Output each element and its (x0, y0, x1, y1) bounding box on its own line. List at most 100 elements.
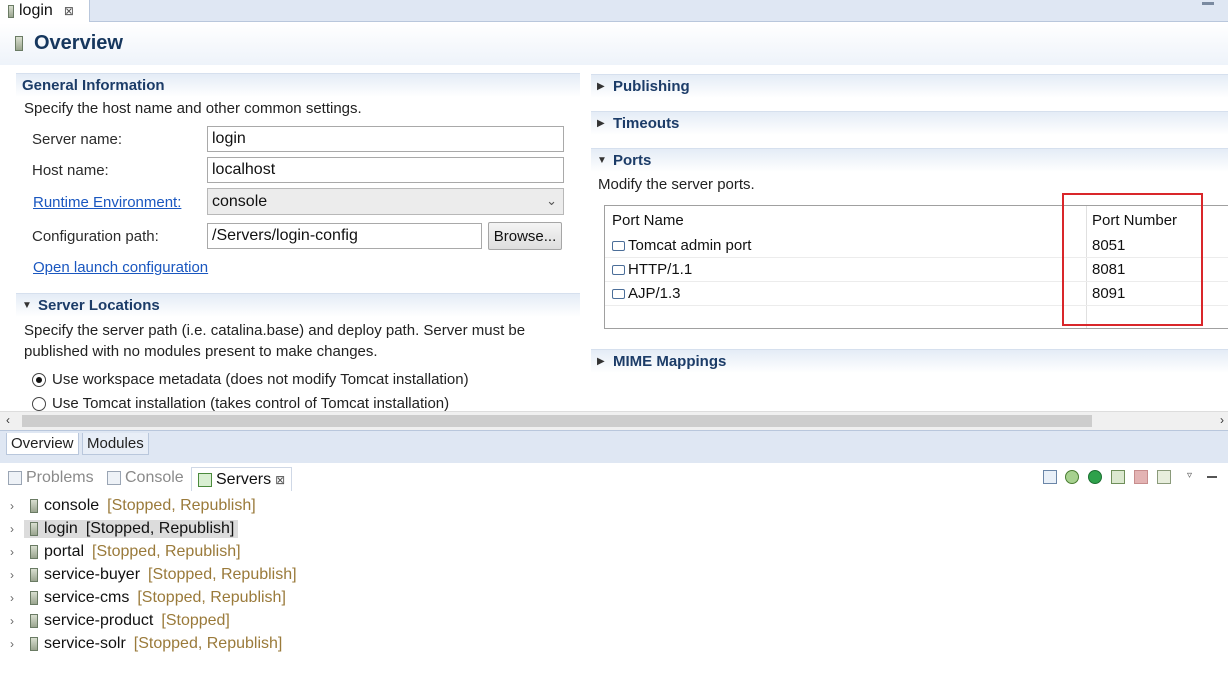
list-item[interactable]: › service-solr [Stopped, Republish] (10, 633, 282, 655)
locations-description-line1: Specify the server path (i.e. catalina.b… (24, 322, 526, 339)
server-icon (30, 545, 38, 559)
host-name-label: Host name: (32, 162, 109, 179)
runtime-environment-link[interactable]: Runtime Environment: (33, 194, 181, 211)
runtime-environment-value: console (212, 192, 268, 210)
tab-problems[interactable]: Problems (8, 469, 94, 487)
radio-workspace-metadata[interactable]: Use workspace metadata (does not modify … (32, 371, 469, 388)
server-name: service-buyer (44, 566, 141, 583)
scroll-left-icon[interactable]: ‹ (6, 413, 10, 427)
server-name-input[interactable] (207, 126, 564, 152)
tab-console[interactable]: Console (107, 469, 184, 487)
server-status: [Stopped, Republish] (133, 635, 283, 652)
list-item[interactable]: › service-buyer [Stopped, Republish] (10, 564, 297, 586)
horizontal-scrollbar[interactable]: ‹ › (0, 411, 1228, 430)
server-status: [Stopped] (161, 612, 230, 629)
table-row[interactable]: HTTP/1.1 (612, 261, 692, 278)
expand-triangle-icon: ▶ (597, 118, 605, 129)
expand-chevron-icon[interactable]: › (10, 545, 24, 559)
scrollbar-thumb[interactable] (22, 415, 1092, 427)
list-item[interactable]: › portal [Stopped, Republish] (10, 541, 241, 563)
expand-chevron-icon[interactable]: › (10, 591, 24, 605)
stop-server-icon[interactable] (1134, 470, 1148, 484)
close-icon[interactable]: ⊠ (275, 473, 285, 487)
server-locations-section-header[interactable]: ▼ Server Locations (16, 293, 580, 317)
server-status: [Stopped, Republish] (107, 497, 256, 514)
server-name-label: Server name: (32, 131, 123, 148)
port-name: HTTP/1.1 (628, 261, 693, 278)
list-item[interactable]: › login [Stopped, Republish] (10, 518, 239, 540)
server-icon (30, 522, 38, 536)
timeouts-section-header[interactable]: ▶ Timeouts (591, 111, 1228, 135)
list-item[interactable]: › service-cms [Stopped, Republish] (10, 587, 286, 609)
server-name: console (44, 497, 100, 514)
minimize-icon[interactable] (1207, 476, 1217, 478)
port-name: Tomcat admin port (628, 237, 752, 254)
configuration-path-input[interactable] (207, 223, 482, 249)
server-name: portal (44, 543, 85, 560)
table-row[interactable]: Tomcat admin port (612, 237, 751, 254)
tab-label: Servers (216, 470, 272, 488)
configuration-path-label: Configuration path: (32, 228, 159, 245)
expand-chevron-icon[interactable]: › (10, 568, 24, 582)
section-title: Server Locations (38, 297, 160, 314)
ports-description: Modify the server ports. (598, 176, 755, 193)
list-item[interactable]: › service-product [Stopped] (10, 610, 230, 632)
minimize-icon[interactable] (1202, 2, 1214, 5)
expand-triangle-icon: ▶ (597, 81, 605, 92)
server-icon (30, 614, 38, 628)
browse-button[interactable]: Browse... (488, 222, 562, 250)
scroll-right-icon[interactable]: › (1220, 413, 1224, 427)
port-number-highlight-box (1062, 193, 1203, 326)
server-status: [Stopped, Republish] (92, 543, 241, 560)
general-information-section-header: General Information (16, 73, 580, 97)
mime-mappings-section-header[interactable]: ▶ MIME Mappings (591, 349, 1228, 373)
list-item[interactable]: › console [Stopped, Republish] (10, 495, 256, 517)
host-name-input[interactable] (207, 157, 564, 183)
start-server-icon[interactable] (1088, 470, 1102, 484)
server-icon (8, 4, 14, 18)
radio-tomcat-installation[interactable]: Use Tomcat installation (takes control o… (32, 395, 449, 412)
close-icon[interactable]: ⊠ (64, 4, 74, 18)
tab-label: Problems (26, 469, 94, 486)
editor-tab-login[interactable]: login ⊠ (0, 0, 90, 22)
port-icon (612, 289, 625, 299)
expand-chevron-icon[interactable]: › (10, 637, 24, 651)
new-server-icon[interactable] (1043, 470, 1057, 484)
runtime-environment-select[interactable]: console ⌄ (207, 188, 564, 215)
radio-label: Use workspace metadata (does not modify … (52, 371, 469, 388)
expand-chevron-icon[interactable]: › (10, 499, 24, 513)
open-launch-configuration-link[interactable]: Open launch configuration (33, 259, 208, 276)
tab-modules[interactable]: Modules (82, 433, 149, 455)
view-separator (0, 455, 1228, 463)
tab-overview[interactable]: Overview (6, 433, 79, 455)
server-name: service-solr (44, 635, 126, 652)
section-title: Ports (613, 152, 652, 169)
page-title: Overview (34, 32, 123, 54)
tab-servers[interactable]: Servers ⊠ (191, 467, 293, 491)
column-header-port-name[interactable]: Port Name (612, 212, 684, 229)
radio-label: Use Tomcat installation (takes control o… (52, 395, 450, 412)
server-status: [Stopped, Republish] (148, 566, 297, 583)
expand-chevron-icon[interactable]: › (10, 614, 24, 628)
collapse-triangle-icon: ▼ (597, 155, 607, 166)
table-row[interactable]: AJP/1.3 (612, 285, 681, 302)
editor-page-tabs: Overview Modules (0, 430, 1228, 455)
section-title: Publishing (613, 78, 690, 95)
editor-tab-bar: login ⊠ (0, 0, 1228, 22)
publish-icon[interactable] (1157, 470, 1171, 484)
view-menu-chevron-icon[interactable]: ▿ (1187, 470, 1199, 484)
console-icon (107, 471, 121, 485)
profile-icon[interactable] (1111, 470, 1125, 484)
server-icon (30, 499, 38, 513)
server-status: [Stopped, Republish] (85, 520, 235, 537)
expand-chevron-icon[interactable]: › (10, 522, 24, 536)
selected-row-highlight: login [Stopped, Republish] (24, 520, 239, 538)
server-icon (30, 591, 38, 605)
debug-icon[interactable] (1065, 470, 1079, 484)
publishing-section-header[interactable]: ▶ Publishing (591, 74, 1228, 98)
ports-section-header[interactable]: ▼ Ports (591, 148, 1228, 172)
servers-icon (198, 472, 212, 487)
server-name: login (44, 520, 78, 537)
server-name: service-cms (44, 589, 130, 606)
chevron-down-icon: ⌄ (546, 193, 557, 208)
